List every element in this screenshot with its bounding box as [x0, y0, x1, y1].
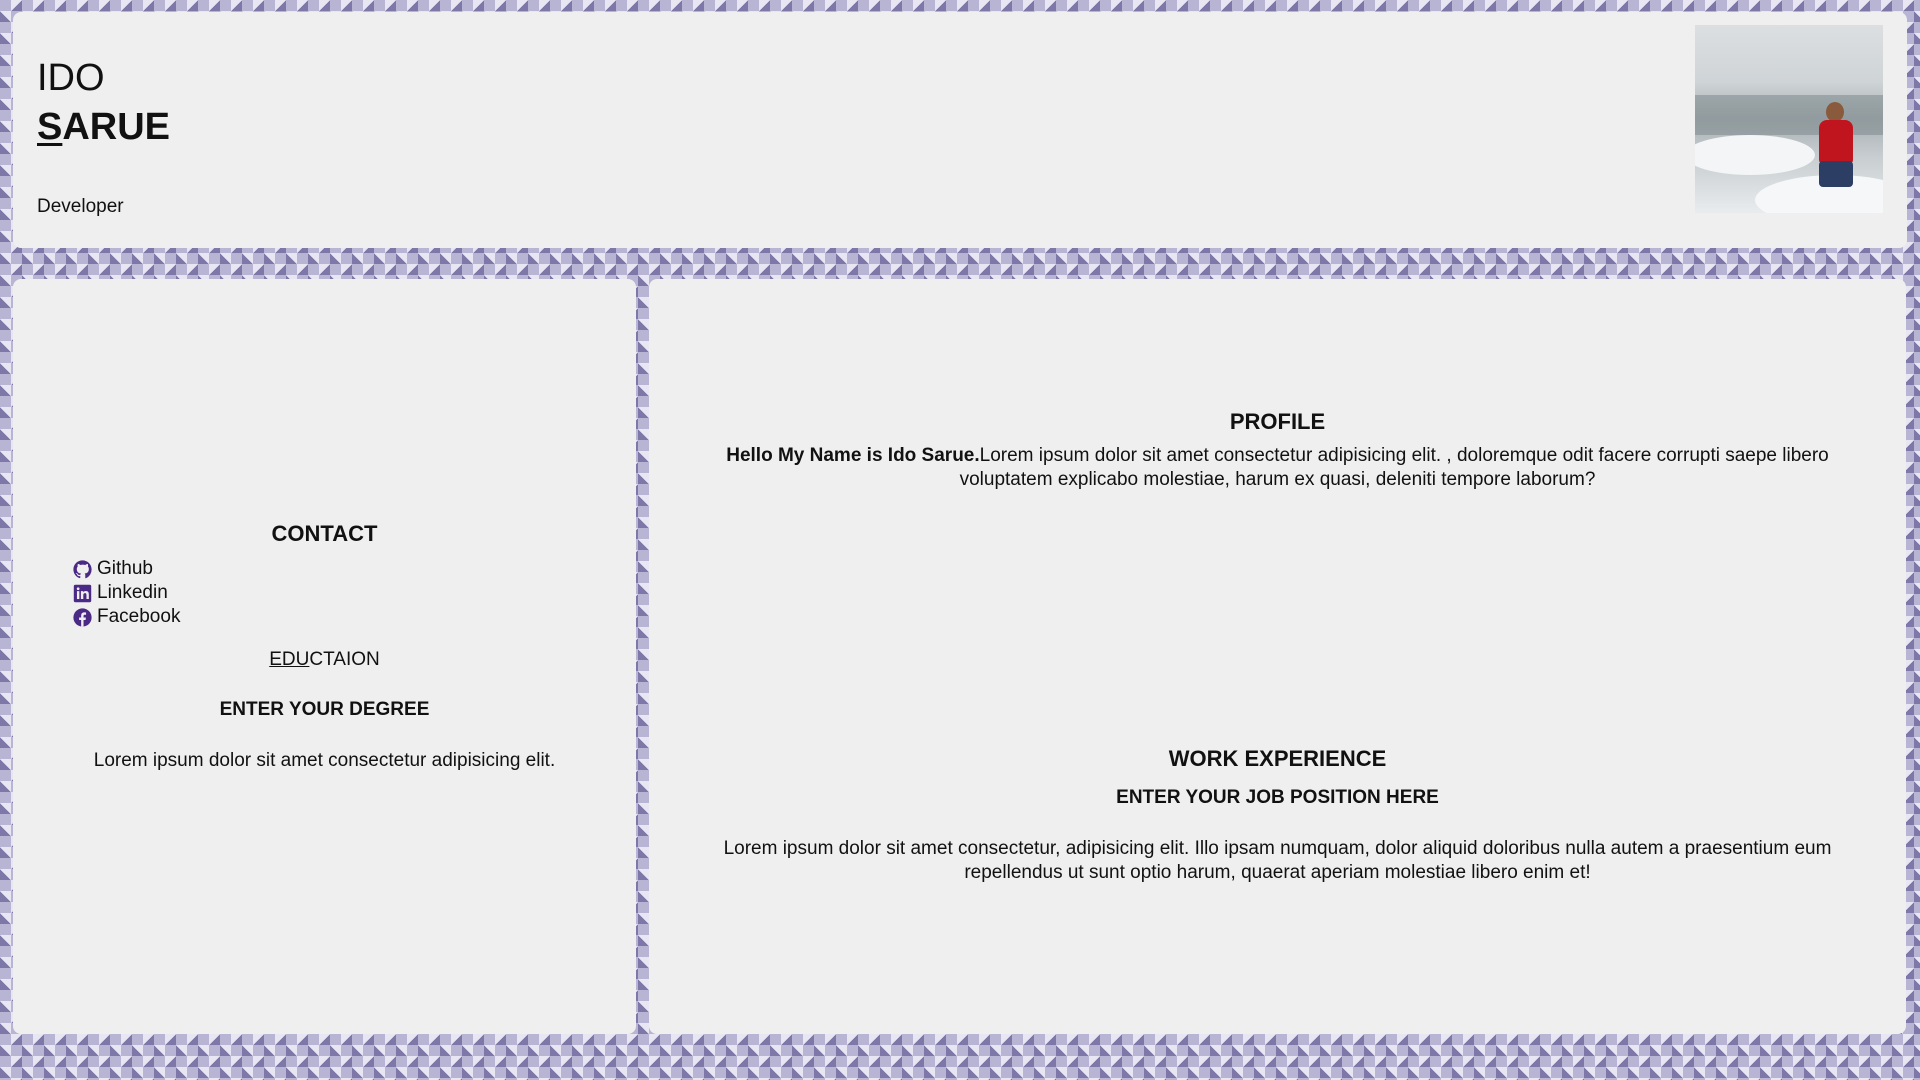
last-name-initial: S	[37, 106, 63, 148]
contact-title: CONTACT	[271, 521, 378, 546]
contact-item-github[interactable]: Github	[73, 557, 180, 581]
profile-text: Hello My Name is Ido Sarue.Lorem ipsum d…	[679, 444, 1876, 492]
profile-name: IDO SARUE	[37, 54, 170, 152]
education-title-rest: CTAION	[309, 649, 380, 670]
contact-list: Github Linkedin Facebook	[73, 557, 180, 629]
last-name-rest: ARUE	[62, 106, 171, 148]
main-panel: PROFILE Hello My Name is Ido Sarue.Lorem…	[649, 279, 1906, 1034]
profile-intro: Hello My Name is Ido Sarue.	[726, 445, 980, 466]
education-title-underlined: EDU	[269, 649, 310, 670]
contact-item-facebook[interactable]: Facebook	[73, 605, 180, 629]
contact-item-linkedin[interactable]: Linkedin	[73, 581, 180, 605]
first-name: IDO	[37, 57, 105, 99]
profile-body: Lorem ipsum dolor sit amet consectetur a…	[959, 445, 1829, 490]
role-label: Developer	[37, 196, 124, 217]
linkedin-link[interactable]: Linkedin	[97, 581, 168, 605]
last-name: SARUE	[37, 103, 170, 152]
header-panel: IDO SARUE Developer	[13, 12, 1907, 248]
work-experience-title: WORK EXPERIENCE	[1168, 746, 1387, 771]
linkedin-icon	[73, 584, 92, 602]
github-icon	[73, 559, 92, 578]
facebook-link[interactable]: Facebook	[97, 605, 180, 629]
github-link[interactable]: Github	[97, 557, 153, 581]
education-title: EDUCTAION	[13, 649, 636, 671]
degree-title: ENTER YOUR DEGREE	[219, 699, 430, 720]
job-position-title: ENTER YOUR JOB POSITION HERE	[1116, 787, 1439, 808]
facebook-icon	[73, 607, 92, 627]
sidebar-panel: CONTACT Github Linkedin Facebook EDUCTAI…	[13, 279, 636, 1034]
work-description: Lorem ipsum dolor sit amet consectetur, …	[723, 838, 1832, 883]
profile-title: PROFILE	[1229, 409, 1326, 434]
profile-photo	[1695, 25, 1883, 213]
education-description: Lorem ipsum dolor sit amet consectetur a…	[93, 750, 556, 771]
